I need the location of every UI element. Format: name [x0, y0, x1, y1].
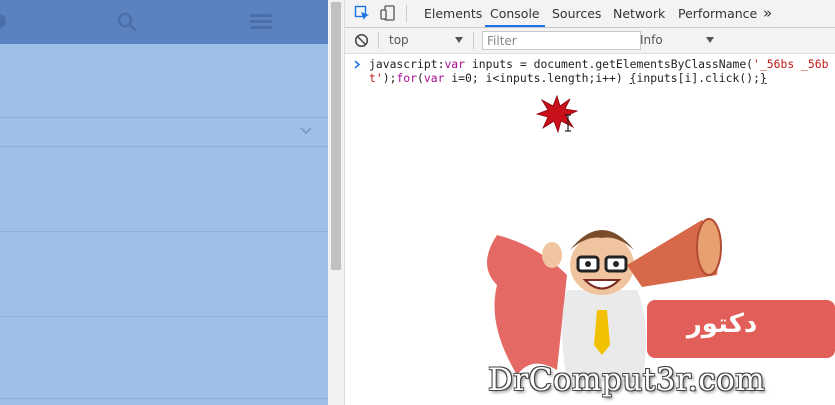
tab-performance[interactable]: Performance: [673, 0, 762, 27]
tab-console[interactable]: Console: [485, 0, 545, 27]
search-icon[interactable]: [117, 12, 137, 32]
chevron-down-icon[interactable]: [299, 124, 313, 138]
code-text: );: [382, 71, 397, 85]
inspect-element-icon[interactable]: [354, 5, 370, 21]
code-keyword: var: [444, 57, 466, 71]
watermark-site-text: DrComput3r.com: [488, 362, 766, 398]
text-cursor-icon: [565, 114, 571, 132]
watermark-arabic-text: دكتور كمبيوتر: [673, 309, 770, 387]
row-divider: [0, 398, 328, 399]
scrollbar-thumb[interactable]: [331, 2, 341, 270]
code-text: i=0; i<inputs.length;i++): [444, 71, 630, 85]
code-text: (: [417, 71, 424, 85]
row-divider: [0, 231, 328, 232]
devtools-tabbar: Elements Console Sources Network Perform…: [345, 0, 835, 28]
partial-icon: [0, 14, 6, 28]
tab-network[interactable]: Network: [608, 0, 670, 27]
context-dropdown-caret[interactable]: [455, 37, 463, 43]
code-text: inputs = document.getElementsByClassName…: [465, 57, 754, 71]
code-brace: }: [759, 71, 767, 85]
menu-icon[interactable]: [250, 14, 272, 30]
toolbar-separator: [378, 32, 379, 49]
code-keyword: for: [396, 71, 418, 85]
webpage-viewport: [0, 0, 328, 405]
console-filter-bar: top Info: [345, 28, 835, 54]
toolbar-separator: [406, 5, 407, 22]
code-keyword: var: [423, 71, 445, 85]
toolbar-separator: [473, 32, 474, 49]
row-divider: [0, 146, 328, 147]
code-text: javascript:: [369, 57, 445, 71]
device-toolbar-icon[interactable]: [380, 5, 396, 21]
clear-console-icon[interactable]: [354, 33, 369, 48]
console-filter-input[interactable]: [482, 31, 641, 50]
log-level-select[interactable]: Info: [640, 28, 663, 53]
console-command-line[interactable]: javascript:var inputs = document.getElem…: [345, 57, 835, 85]
page-scrollbar[interactable]: [328, 0, 345, 405]
context-select[interactable]: top: [389, 28, 409, 53]
log-level-dropdown-caret[interactable]: [706, 37, 714, 43]
tab-sources[interactable]: Sources: [547, 0, 606, 27]
page-header-bar: [0, 0, 328, 44]
tab-elements[interactable]: Elements: [419, 0, 487, 27]
row-divider: [0, 117, 328, 118]
more-tabs-button[interactable]: »: [758, 0, 777, 27]
code-text: inputs[i].click();: [636, 71, 760, 85]
row-divider: [0, 316, 328, 317]
